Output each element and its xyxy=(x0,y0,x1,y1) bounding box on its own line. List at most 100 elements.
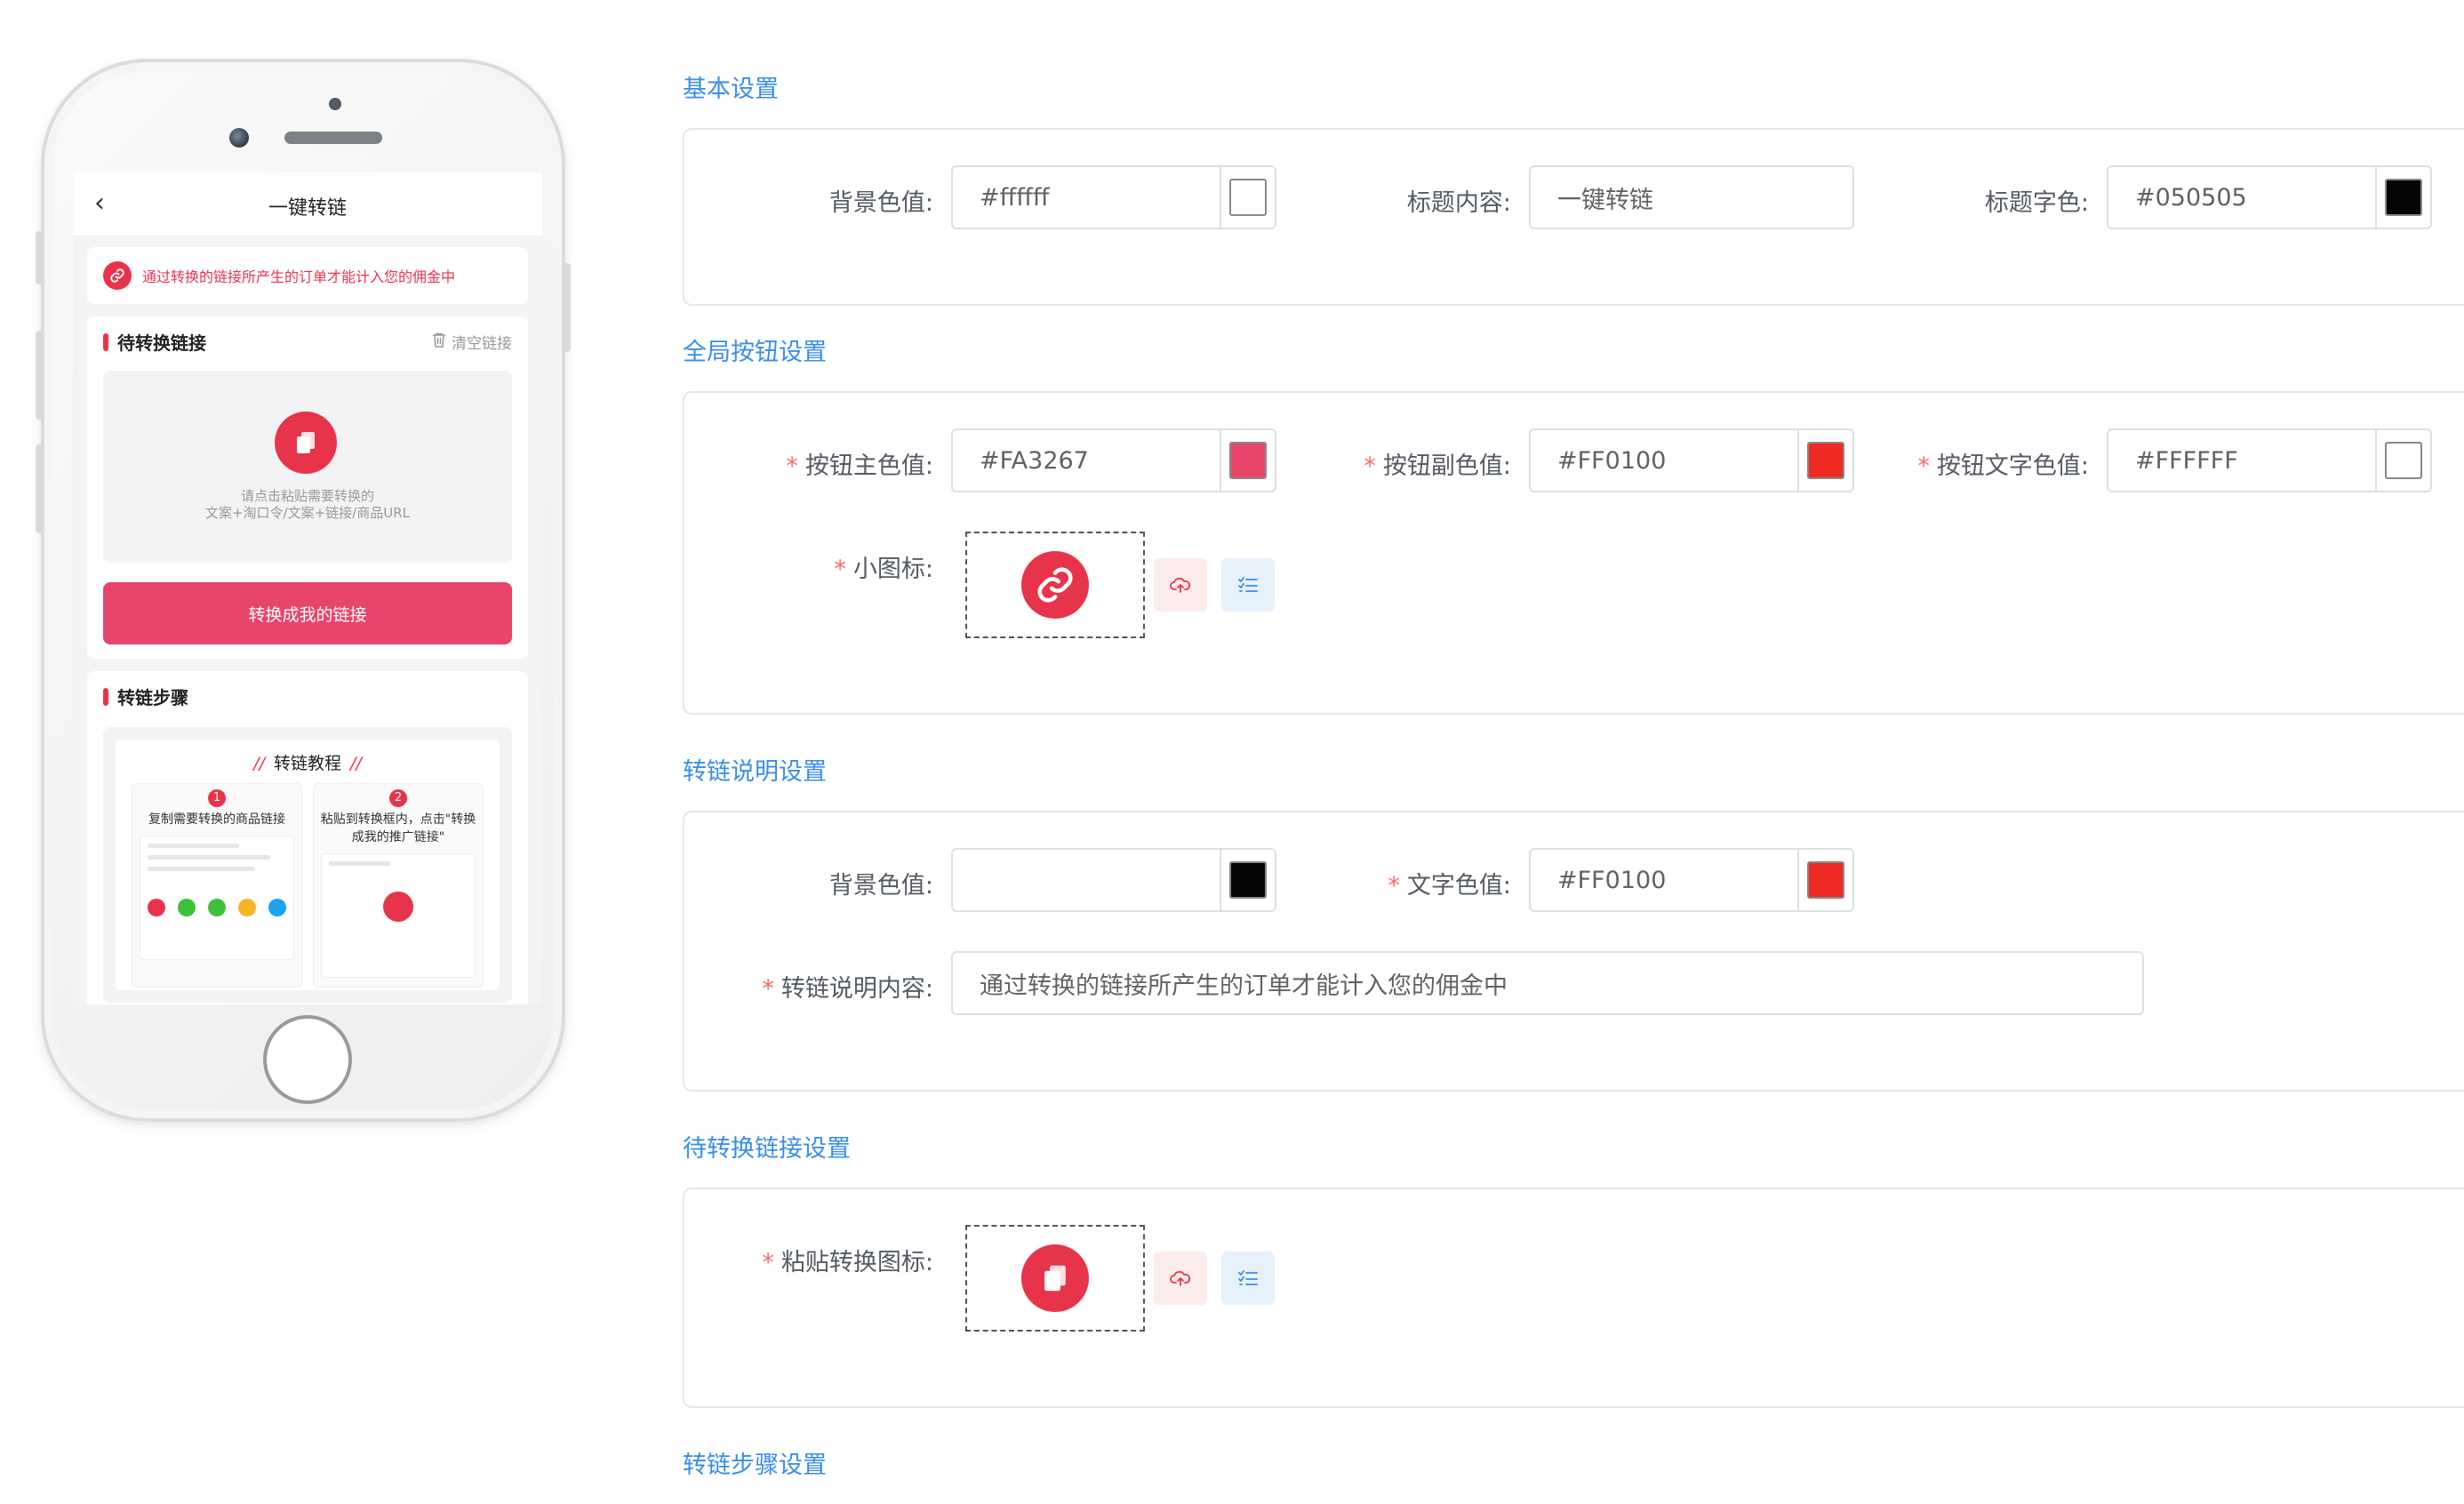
color-swatch xyxy=(2385,442,2422,479)
title-content-input[interactable]: 一键转链 xyxy=(1529,165,1854,229)
select-icon-button[interactable] xyxy=(1221,558,1275,612)
share-dot xyxy=(208,899,226,916)
mock-line xyxy=(329,861,390,866)
share-icons xyxy=(148,899,286,916)
list-icon xyxy=(1238,577,1258,592)
step-number: 1 xyxy=(208,789,226,807)
desc-bg-color-input[interactable] xyxy=(951,848,1276,912)
mock-line xyxy=(148,844,240,848)
secondary-color-input[interactable]: #FF0100 xyxy=(1529,428,1854,492)
color-swatch xyxy=(1229,861,1267,899)
phone-pending-title-text: 待转换链接 xyxy=(117,332,206,354)
title-color-label: 标题字色: xyxy=(1984,189,2089,217)
paste-hint-line2: 文案+淘口令/文案+链接/商品URL xyxy=(204,505,410,521)
step-text: 复制需要转换的商品链接 xyxy=(148,812,285,827)
desc-text-color-input[interactable]: #FF0100 xyxy=(1529,848,1854,912)
required-mark: * xyxy=(762,1249,774,1276)
phone-screen: ‹ 一键转链 通过转换的链接所产生的订单才能计入您的佣金中 待转换链接 清空链接… xyxy=(73,172,542,1004)
desc-content-label-text: 转链说明内容: xyxy=(780,975,933,1003)
panel-global-button: * 按钮主色值: #FA3267 * 按钮副色值: #FF0100 * 按钮文字色值:… xyxy=(683,391,2464,715)
share-dot xyxy=(238,899,256,916)
small-icon-label-text: 小图标: xyxy=(852,556,933,583)
clear-links-button[interactable]: 清空链接 xyxy=(432,331,512,353)
title-color-input[interactable]: #050505 xyxy=(2107,165,2432,229)
tutorial-slash-left: // xyxy=(253,754,265,773)
primary-color-input[interactable]: #FA3267 xyxy=(951,428,1276,492)
clear-links-label: 清空链接 xyxy=(452,335,512,353)
color-picker[interactable] xyxy=(1797,850,1852,910)
bg-color-value[interactable]: #ffffff xyxy=(953,184,1220,212)
primary-color-label-text: 按钮主色值: xyxy=(804,452,933,480)
title-content-label: 标题内容: xyxy=(1406,189,1511,217)
color-picker[interactable] xyxy=(2375,430,2430,491)
title-color-value[interactable]: #050505 xyxy=(2108,184,2375,212)
desc-text-color-label-text: 文字色值: xyxy=(1406,872,1511,900)
section-title-global-button: 全局按钮设置 xyxy=(683,339,827,366)
link-icon xyxy=(1021,551,1089,619)
mock-paste-icon xyxy=(383,892,413,922)
primary-color-value[interactable]: #FA3267 xyxy=(953,447,1220,475)
desc-text-color-value[interactable]: #FF0100 xyxy=(1531,867,1797,894)
phone-pending-card: 待转换链接 清空链接 请点击粘贴需要转换的 文案+淘口令/文案+链接/商品URL… xyxy=(87,316,528,659)
phone-volume-up xyxy=(36,331,43,420)
step-text: 粘贴到转换框内，点击"转换成我的推广链接" xyxy=(320,812,476,844)
color-picker[interactable] xyxy=(2375,167,2430,228)
color-swatch xyxy=(2385,179,2422,216)
phone-steps-title-text: 转链步骤 xyxy=(117,687,188,708)
desc-content-label: * 转链说明内容: xyxy=(684,969,933,1004)
required-mark: * xyxy=(786,452,798,480)
color-picker[interactable] xyxy=(1220,167,1275,228)
required-mark: * xyxy=(762,975,774,1003)
small-icon-preview[interactable] xyxy=(965,532,1145,638)
tutorial-image: //转链教程// 1 复制需要转换的商品链接 2 粘贴到转换框内，点击"转换成我… xyxy=(103,727,512,1003)
phone-header: ‹ 一键转链 xyxy=(73,172,542,236)
step-number: 2 xyxy=(389,789,407,807)
list-icon xyxy=(1238,1270,1258,1285)
desc-text-color-label: * 文字色值: xyxy=(1262,866,1511,900)
cloud-upload-icon xyxy=(1170,1270,1191,1286)
bg-color-input[interactable]: #ffffff xyxy=(951,165,1276,229)
phone-speaker xyxy=(284,132,382,144)
tutorial-slash-right: // xyxy=(350,754,362,773)
desc-content-input[interactable]: 通过转换的链接所产生的订单才能计入您的佣金中 xyxy=(951,951,2144,1015)
required-mark: * xyxy=(834,556,846,583)
tutorial-step-2: 2 粘贴到转换框内，点击"转换成我的推广链接" xyxy=(313,783,484,988)
paste-area[interactable]: 请点击粘贴需要转换的 文案+淘口令/文案+链接/商品URL xyxy=(103,371,512,563)
title-accent-bar xyxy=(103,687,108,706)
phone-power-button xyxy=(564,263,571,352)
phone-preview: ‹ 一键转链 通过转换的链接所产生的订单才能计入您的佣金中 待转换链接 清空链接… xyxy=(36,59,571,1122)
mock-line xyxy=(148,855,270,860)
phone-notice-bar: 通过转换的链接所产生的订单才能计入您的佣金中 xyxy=(87,247,528,304)
paste-icon xyxy=(1021,1244,1089,1312)
share-dot xyxy=(178,899,196,916)
paste-hint: 请点击粘贴需要转换的 文案+淘口令/文案+链接/商品URL xyxy=(103,488,512,522)
convert-link-button[interactable]: 转换成我的链接 xyxy=(103,582,512,644)
secondary-color-value[interactable]: #FF0100 xyxy=(1531,447,1797,475)
bg-color-label: 背景色值: xyxy=(828,189,933,217)
button-text-color-value[interactable]: #FFFFFF xyxy=(2108,447,2375,475)
upload-icon-button[interactable] xyxy=(1154,558,1207,612)
upload-paste-icon-button[interactable] xyxy=(1154,1252,1207,1305)
tutorial-step-1: 1 复制需要转换的商品链接 xyxy=(132,783,302,988)
phone-home-button xyxy=(263,1015,352,1104)
required-mark: * xyxy=(1917,452,1930,480)
color-swatch xyxy=(1229,442,1267,479)
step-screenshot xyxy=(321,853,476,978)
tutorial-title: // 转链教程 // xyxy=(116,750,500,774)
link-icon xyxy=(103,261,132,290)
paste-hint-line1: 请点击粘贴需要转换的 xyxy=(240,488,374,504)
phone-steps-card: 转链步骤 //转链教程// 1 复制需要转换的商品链接 2 粘贴到转换框内，点击… xyxy=(87,671,528,1004)
cloud-upload-icon xyxy=(1170,577,1191,593)
color-swatch xyxy=(1229,179,1267,216)
paste-icon-preview[interactable] xyxy=(965,1225,1145,1332)
required-mark: * xyxy=(1364,452,1376,480)
select-paste-icon-button[interactable] xyxy=(1221,1252,1275,1305)
trash-icon xyxy=(432,332,446,352)
phone-camera xyxy=(229,128,249,148)
phone-mute-switch xyxy=(36,231,43,284)
title-accent-bar xyxy=(103,332,108,351)
section-title-pending: 待转换链接设置 xyxy=(683,1135,851,1163)
secondary-color-label: * 按钮副色值: xyxy=(1262,446,1511,481)
required-mark: * xyxy=(1388,872,1400,900)
button-text-color-input[interactable]: #FFFFFF xyxy=(2107,428,2432,492)
